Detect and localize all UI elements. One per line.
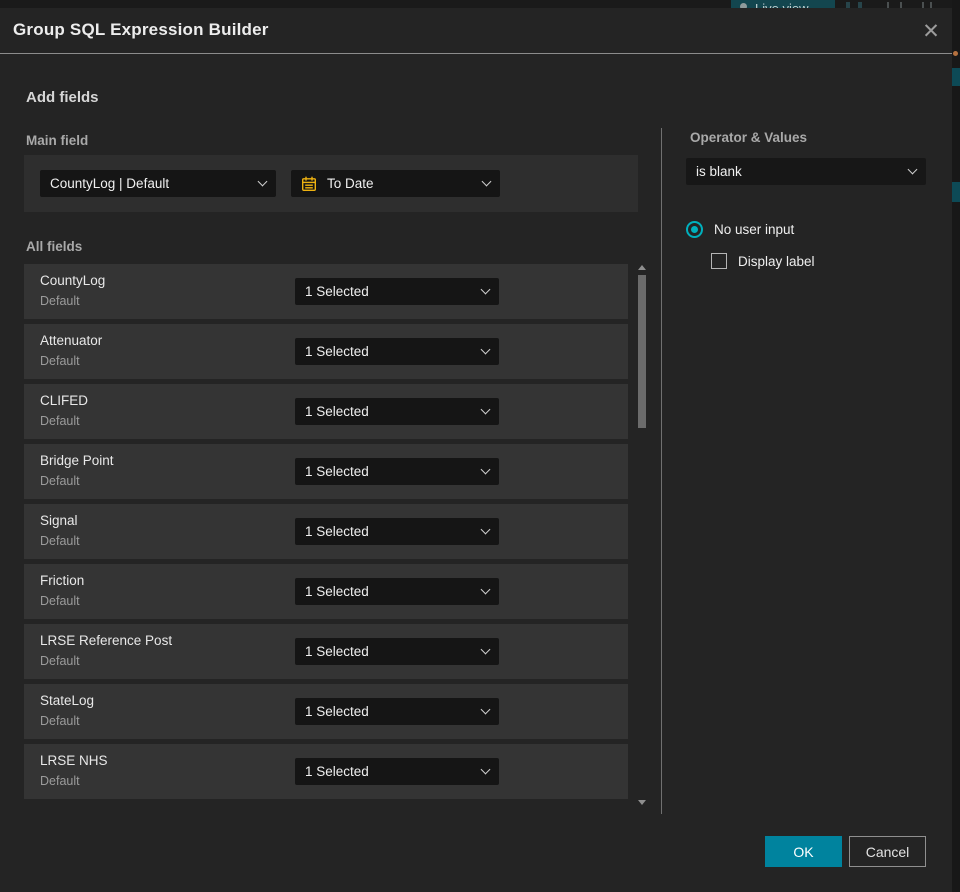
- field-name: Friction: [40, 573, 85, 588]
- field-row: LRSE NHS Default 1 Selected: [24, 744, 628, 799]
- field-values-select[interactable]: 1 Selected: [295, 458, 499, 485]
- field-name: Signal: [40, 513, 78, 528]
- main-field-container: CountyLog | Default To Date: [24, 155, 638, 212]
- chevron-down-icon: [480, 584, 491, 595]
- field-name: Attenuator: [40, 333, 103, 348]
- field-subtitle: Default: [40, 354, 80, 368]
- scroll-down-arrow-icon[interactable]: [638, 800, 646, 805]
- field-subtitle: Default: [40, 474, 80, 488]
- field-name: CountyLog: [40, 273, 106, 288]
- no-user-input-radio[interactable]: No user input: [686, 221, 794, 238]
- field-subtitle: Default: [40, 294, 80, 308]
- group-sql-expression-builder-dialog: Group SQL Expression Builder ✕ Add field…: [0, 8, 952, 892]
- field-row: Bridge Point Default 1 Selected: [24, 444, 628, 499]
- cancel-button[interactable]: Cancel: [849, 836, 926, 867]
- field-values-select-value: 1 Selected: [305, 524, 369, 539]
- field-values-select[interactable]: 1 Selected: [295, 578, 499, 605]
- add-fields-heading: Add fields: [26, 89, 99, 106]
- close-icon[interactable]: ✕: [918, 19, 944, 45]
- chevron-down-icon: [907, 164, 918, 175]
- field-values-select-value: 1 Selected: [305, 404, 369, 419]
- chevron-down-icon: [480, 644, 491, 655]
- field-row: StateLog Default 1 Selected: [24, 684, 628, 739]
- live-view-label: Live view: [755, 1, 808, 8]
- chevron-down-icon: [480, 764, 491, 775]
- field-type-select-value: To Date: [327, 176, 374, 191]
- checkbox-unchecked-icon: [711, 253, 727, 269]
- main-field-label: Main field: [26, 133, 89, 148]
- all-fields-label: All fields: [26, 239, 83, 254]
- field-values-select-value: 1 Selected: [305, 704, 369, 719]
- field-name: CLIFED: [40, 393, 89, 408]
- background-toolbar: Live view: [0, 0, 960, 8]
- field-row: CountyLog Default 1 Selected: [24, 264, 628, 319]
- calendar-icon: [302, 176, 317, 191]
- chevron-down-icon: [481, 176, 492, 187]
- field-subtitle: Default: [40, 414, 80, 428]
- field-subtitle: Default: [40, 714, 80, 728]
- field-values-select-value: 1 Selected: [305, 584, 369, 599]
- field-values-select[interactable]: 1 Selected: [295, 638, 499, 665]
- background-panel-edge: [952, 0, 960, 892]
- main-field-select[interactable]: CountyLog | Default: [40, 170, 276, 197]
- live-view-toggle[interactable]: Live view: [731, 0, 835, 8]
- field-row: LRSE Reference Post Default 1 Selected: [24, 624, 628, 679]
- field-row: Attenuator Default 1 Selected: [24, 324, 628, 379]
- chevron-down-icon: [480, 284, 491, 295]
- header-divider: [0, 53, 952, 54]
- app-root: Live view Group SQL Expression Builder ✕…: [0, 0, 960, 892]
- chevron-down-icon: [480, 524, 491, 535]
- notification-dot-icon: [953, 51, 958, 56]
- chevron-down-icon: [480, 464, 491, 475]
- chevron-down-icon: [480, 704, 491, 715]
- field-values-select[interactable]: 1 Selected: [295, 518, 499, 545]
- field-subtitle: Default: [40, 594, 80, 608]
- radio-selected-icon: [686, 221, 703, 238]
- chevron-down-icon: [480, 404, 491, 415]
- operator-select[interactable]: is blank: [686, 158, 926, 185]
- chevron-down-icon: [480, 344, 491, 355]
- fields-scrollbar[interactable]: [636, 262, 648, 812]
- operator-values-label: Operator & Values: [690, 130, 808, 145]
- all-fields-list: CountyLog Default 1 Selected Attenuator …: [24, 264, 628, 804]
- scrollbar-thumb[interactable]: [638, 275, 646, 428]
- field-name: Bridge Point: [40, 453, 114, 468]
- chevron-down-icon: [257, 176, 268, 187]
- field-subtitle: Default: [40, 534, 80, 548]
- field-subtitle: Default: [40, 654, 80, 668]
- field-type-select[interactable]: To Date: [291, 170, 500, 197]
- field-name: StateLog: [40, 693, 95, 708]
- main-field-select-value: CountyLog | Default: [50, 176, 170, 191]
- field-values-select-value: 1 Selected: [305, 464, 369, 479]
- field-values-select[interactable]: 1 Selected: [295, 398, 499, 425]
- field-subtitle: Default: [40, 774, 80, 788]
- panel-divider: [661, 128, 662, 814]
- display-label-text: Display label: [738, 253, 815, 269]
- field-values-select-value: 1 Selected: [305, 644, 369, 659]
- field-values-select[interactable]: 1 Selected: [295, 338, 499, 365]
- field-values-select-value: 1 Selected: [305, 764, 369, 779]
- display-label-checkbox[interactable]: Display label: [711, 253, 815, 269]
- no-user-input-label: No user input: [714, 222, 795, 237]
- field-name: LRSE Reference Post: [40, 633, 173, 648]
- field-row: Friction Default 1 Selected: [24, 564, 628, 619]
- background-accent: [952, 68, 960, 86]
- background-accent: [952, 182, 960, 202]
- field-name: LRSE NHS: [40, 753, 108, 768]
- field-row: Signal Default 1 Selected: [24, 504, 628, 559]
- field-values-select[interactable]: 1 Selected: [295, 698, 499, 725]
- scroll-up-arrow-icon[interactable]: [638, 265, 646, 270]
- field-values-select-value: 1 Selected: [305, 344, 369, 359]
- dialog-title: Group SQL Expression Builder: [13, 20, 269, 39]
- field-values-select[interactable]: 1 Selected: [295, 758, 499, 785]
- field-values-select[interactable]: 1 Selected: [295, 278, 499, 305]
- field-values-select-value: 1 Selected: [305, 284, 369, 299]
- ok-button[interactable]: OK: [765, 836, 842, 867]
- operator-select-value: is blank: [696, 164, 742, 179]
- field-row: CLIFED Default 1 Selected: [24, 384, 628, 439]
